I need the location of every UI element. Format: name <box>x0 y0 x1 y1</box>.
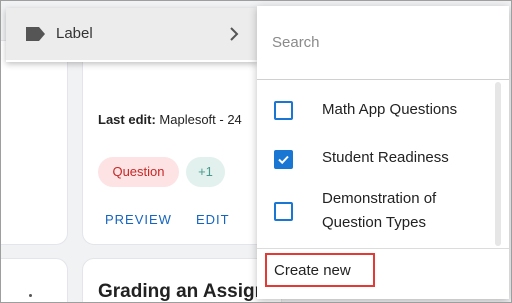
option-label: Student Readiness <box>322 149 449 166</box>
tag-question[interactable]: Question <box>98 157 179 187</box>
tag-more-count[interactable]: +1 <box>186 157 225 187</box>
scrollbar-thumb[interactable] <box>495 82 501 246</box>
label-dropdown: Math App Questions Student Readiness Dem… <box>257 6 509 299</box>
bullet-dot <box>29 294 32 297</box>
preview-link[interactable]: PREVIEW <box>105 212 172 227</box>
menu-item-label[interactable]: Label <box>6 8 258 60</box>
last-edit-value: Maplesoft - 24 <box>155 112 242 127</box>
option-student-readiness[interactable]: Student Readiness <box>257 146 493 190</box>
checkbox-unchecked[interactable] <box>274 101 293 120</box>
menu-item-label-text: Label <box>56 25 93 42</box>
card-title: Grading an Assign <box>98 281 267 302</box>
chevron-right-icon <box>230 27 239 41</box>
create-new-button[interactable]: Create new <box>265 253 375 287</box>
context-menu: Label <box>6 8 258 62</box>
last-edit-label: Last edit: <box>98 112 156 127</box>
option-label: Math App Questions <box>322 101 458 118</box>
checkmark-icon <box>278 155 289 165</box>
search-input[interactable] <box>257 6 509 80</box>
option-math-app-questions[interactable]: Math App Questions <box>257 94 493 138</box>
option-demonstration-of-question-types[interactable]: Demonstration of Question Types <box>257 186 493 242</box>
checkbox-unchecked[interactable] <box>274 202 293 221</box>
divider <box>257 248 509 249</box>
checkbox-checked[interactable] <box>274 150 293 169</box>
edit-link[interactable]: EDIT <box>196 212 230 227</box>
background-card-left <box>0 40 68 245</box>
label-tag-icon <box>26 27 45 41</box>
option-label: Demonstration of Question Types <box>322 190 437 231</box>
background-card-left-lower <box>0 258 68 303</box>
last-edit-info: Last edit: Maplesoft - 24 <box>98 112 242 127</box>
